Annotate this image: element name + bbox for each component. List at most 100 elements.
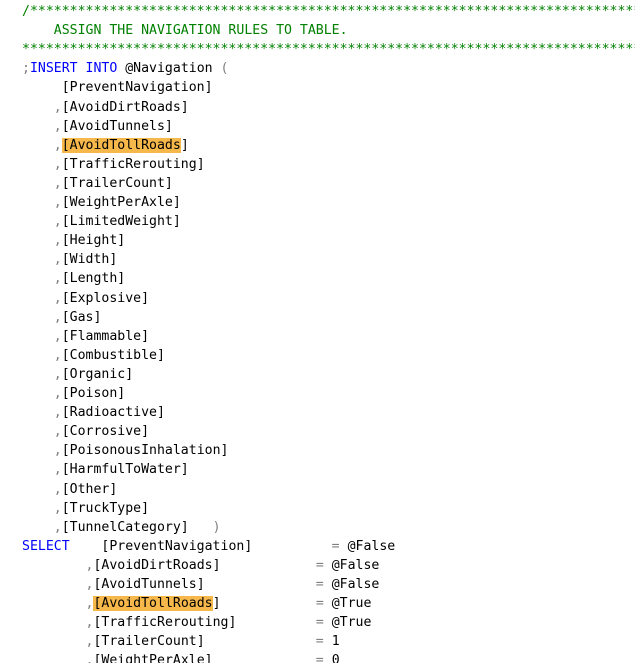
column-identifier: [Height]: [61, 233, 126, 249]
column-identifier: [AvoidTunnels]: [61, 118, 173, 134]
number-literal: 1: [323, 634, 340, 650]
column-identifier: [Explosive]: [61, 290, 150, 306]
column-identifier: [WeightPerAxle]: [93, 653, 213, 663]
variable-token: @True: [323, 615, 372, 631]
code-line[interactable]: ,[TruckType]: [22, 499, 149, 518]
punctuation: ;: [22, 61, 30, 77]
code-line[interactable]: ,[Length]: [22, 269, 125, 288]
code-line[interactable]: SELECT [PreventNavigation] = @False: [22, 537, 395, 556]
column-identifier: [TunnelCategory]: [61, 519, 189, 535]
code-line[interactable]: ,[Radioactive]: [22, 403, 165, 422]
code-line[interactable]: ,[Height]: [22, 231, 125, 250]
search-highlight: [AvoidTollRoads: [93, 596, 213, 612]
code-line[interactable]: ,[AvoidDirtRoads] = @False: [22, 556, 380, 575]
variable-token: @False: [323, 557, 380, 573]
code-line[interactable]: ****************************************…: [22, 40, 635, 59]
search-highlight: [AvoidTollRoads: [61, 137, 181, 153]
code-line[interactable]: ,[AvoidTollRoads]: [22, 136, 189, 155]
variable-token: @False: [339, 538, 396, 554]
code-line[interactable]: ,[Poison]: [22, 384, 125, 403]
column-identifier: [WeightPerAxle]: [61, 195, 181, 210]
punctuation: ,: [53, 366, 62, 382]
column-identifier: [Flammable]: [61, 328, 150, 344]
code-line[interactable]: ,[Corrosive]: [22, 422, 149, 441]
code-line[interactable]: ,[PoisonousInhalation]: [22, 441, 229, 460]
code-line[interactable]: ,[Combustible]: [22, 346, 165, 365]
column-identifier: [70, 539, 102, 554]
code-editor[interactable]: /***************************************…: [0, 0, 635, 663]
code-line[interactable]: [PreventNavigation]: [22, 78, 213, 97]
code-line[interactable]: ,[LimitedWeight]: [22, 212, 181, 231]
code-line[interactable]: ASSIGN THE NAVIGATION RULES TO TABLE.: [22, 21, 348, 40]
code-line[interactable]: ,[WeightPerAxle]: [22, 193, 181, 212]
code-line[interactable]: ,[Width]: [22, 250, 118, 269]
code-line[interactable]: ,[Organic]: [22, 365, 133, 384]
sql-keyword: SELECT: [22, 538, 70, 554]
code-line[interactable]: ,[WeightPerAxle] = 0: [22, 651, 340, 663]
code-line[interactable]: ;INSERT INTO @Navigation (: [22, 59, 228, 78]
punctuation: =: [331, 538, 340, 554]
code-line[interactable]: ,[Flammable]: [22, 327, 149, 346]
column-identifier: [TrafficRerouting]: [93, 615, 237, 631]
column-identifier: [TrafficRerouting]: [61, 156, 205, 172]
code-line[interactable]: ,[TrafficRerouting] = @True: [22, 613, 372, 632]
column-identifier: [PoisonousInhalation]: [61, 443, 229, 459]
column-identifier: [TruckType]: [61, 500, 150, 516]
punctuation: ,: [53, 175, 62, 191]
code-line[interactable]: ,[AvoidTunnels]: [22, 117, 173, 136]
code-line[interactable]: /***************************************…: [22, 2, 635, 21]
punctuation: ,: [53, 481, 62, 497]
code-line[interactable]: ,[TrailerCount] = 1: [22, 632, 340, 651]
code-line[interactable]: ,[TrailerCount]: [22, 174, 173, 193]
column-identifier: ]: [180, 137, 189, 153]
column-identifier: [221, 558, 316, 573]
code-line[interactable]: ,[HarmfulToWater]: [22, 460, 189, 479]
variable-token: @False: [323, 577, 380, 592]
punctuation: ,: [53, 233, 62, 249]
punctuation: =: [315, 596, 324, 612]
code-line[interactable]: ,[Gas]: [22, 308, 102, 327]
code-line[interactable]: ,[AvoidDirtRoads]: [22, 98, 189, 117]
code-line[interactable]: ,[AvoidTollRoads] = @True: [22, 594, 371, 613]
code-line[interactable]: ,[Other]: [22, 480, 118, 499]
punctuation: =: [315, 634, 324, 650]
code-line[interactable]: ,[Explosive]: [22, 289, 149, 308]
column-identifier: [221, 596, 316, 611]
column-identifier: [252, 539, 331, 554]
punctuation: ,: [53, 386, 62, 401]
column-identifier: [TrailerCount]: [93, 634, 205, 650]
code-line[interactable]: ,[TrafficRerouting]: [22, 155, 205, 174]
comment-text: /***************************************…: [22, 4, 635, 19]
punctuation: ,: [53, 137, 62, 153]
punctuation: ,: [53, 252, 62, 268]
column-identifier: [AvoidDirtRoads]: [61, 99, 189, 115]
column-identifier: [205, 634, 316, 649]
code-line[interactable]: ,[TunnelCategory] ): [22, 518, 221, 537]
column-identifier: [Other]: [61, 481, 118, 497]
code-line[interactable]: ,[AvoidTunnels] = @False: [22, 575, 380, 594]
comment-text: ASSIGN THE NAVIGATION RULES TO TABLE.: [53, 23, 348, 39]
punctuation: ,: [53, 347, 62, 363]
column-identifier: [TrailerCount]: [61, 175, 173, 191]
column-identifier: [HarmfulToWater]: [61, 462, 189, 478]
column-identifier: [Combustible]: [61, 347, 165, 363]
